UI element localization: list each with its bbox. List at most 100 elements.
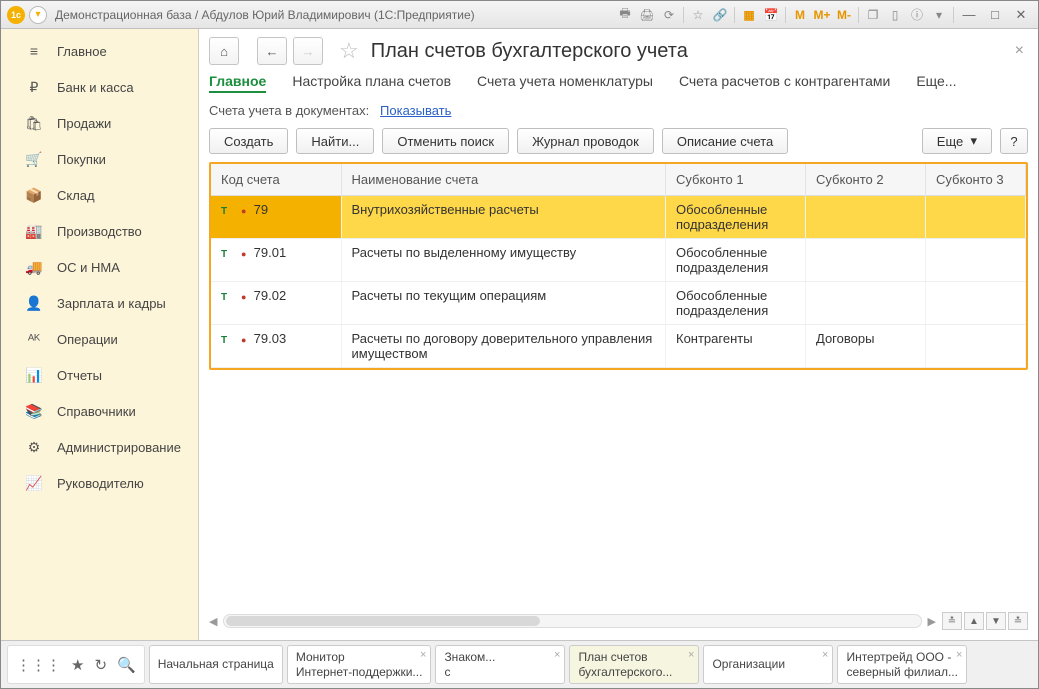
scroll-down-icon[interactable]: ▼ bbox=[986, 612, 1006, 630]
table-container: Код счетаНаименование счетаСубконто 1Суб… bbox=[209, 162, 1028, 370]
inner-tab-3[interactable]: Счета расчетов с контрагентами bbox=[679, 73, 890, 93]
footer-tab-2[interactable]: Знаком...с× bbox=[435, 645, 565, 684]
fav-icon[interactable]: ★ bbox=[71, 656, 84, 674]
sidebar-item-7[interactable]: 👤Зарплата и кадры bbox=[1, 285, 198, 321]
page-title: План счетов бухгалтерского учета bbox=[371, 40, 688, 63]
table-row[interactable]: ● 79.03 Расчеты по договору доверительно… bbox=[211, 325, 1026, 368]
cell-code: ● 79.02 bbox=[211, 282, 341, 325]
cell-name: Расчеты по договору доверительного управ… bbox=[341, 325, 666, 368]
calendar-icon[interactable]: 📅 bbox=[763, 7, 779, 23]
forward-button[interactable]: → bbox=[293, 37, 323, 65]
star-icon[interactable]: ☆ bbox=[690, 7, 706, 23]
accounts-table[interactable]: Код счетаНаименование счетаСубконто 1Суб… bbox=[211, 164, 1026, 368]
save-icon[interactable]: 🖶 bbox=[617, 7, 633, 23]
table-row[interactable]: ● 79.02 Расчеты по текущим операциям Обо… bbox=[211, 282, 1026, 325]
tab-text: Интертрейд ООО -северный филиал... bbox=[846, 650, 958, 679]
footer-tab-0[interactable]: Начальная страница bbox=[149, 645, 283, 684]
tab-close-icon[interactable]: × bbox=[554, 649, 560, 662]
cell-s1: Обособленные подразделения bbox=[666, 239, 806, 282]
tab-close-icon[interactable]: × bbox=[822, 649, 828, 662]
search-icon[interactable]: 🔍 bbox=[117, 656, 136, 674]
col-header[interactable]: Код счета bbox=[211, 164, 341, 196]
footer-tab-5[interactable]: Интертрейд ООО -северный филиал...× bbox=[837, 645, 967, 684]
inner-tab-1[interactable]: Настройка плана счетов bbox=[292, 73, 451, 93]
help-button[interactable]: ? bbox=[1000, 128, 1028, 154]
info-icon[interactable]: ⓘ bbox=[909, 7, 925, 23]
sidebar: ≡Главное₽Банк и касса🛍Продажи🛒Покупки📦Ск… bbox=[1, 29, 199, 640]
scroll-top-icon[interactable]: ≛ bbox=[942, 612, 962, 630]
description-button[interactable]: Описание счета bbox=[662, 128, 788, 154]
sidebar-item-6[interactable]: 🚚ОС и НМА bbox=[1, 249, 198, 285]
col-header[interactable]: Субконто 3 bbox=[926, 164, 1026, 196]
scroll-left-icon[interactable]: ◀ bbox=[209, 615, 217, 628]
back-button[interactable]: ← bbox=[257, 37, 287, 65]
page-close-button[interactable]: × bbox=[1011, 38, 1028, 64]
create-button[interactable]: Создать bbox=[209, 128, 288, 154]
windows-icon[interactable]: ❐ bbox=[865, 7, 881, 23]
scroll-bottom-icon[interactable]: ≛ bbox=[1008, 612, 1028, 630]
m-icon[interactable]: M bbox=[792, 7, 808, 23]
scroll-up-icon[interactable]: ▲ bbox=[964, 612, 984, 630]
tab-close-icon[interactable]: × bbox=[420, 649, 426, 662]
cell-name: Внутрихозяйственные расчеты bbox=[341, 196, 666, 239]
find-button[interactable]: Найти... bbox=[296, 128, 374, 154]
inner-tab-0[interactable]: Главное bbox=[209, 73, 266, 93]
sidebar-item-11[interactable]: ⚙Администрирование bbox=[1, 429, 198, 465]
maximize-button[interactable]: □ bbox=[984, 6, 1006, 24]
calc-icon[interactable]: ▦ bbox=[741, 7, 757, 23]
nav-icon: ᴬᴷ bbox=[25, 331, 43, 347]
minimize-button[interactable]: — bbox=[958, 6, 980, 24]
m-plus-icon[interactable]: M+ bbox=[814, 7, 830, 23]
col-header[interactable]: Наименование счета bbox=[341, 164, 666, 196]
tab-text: Начальная страница bbox=[158, 657, 274, 671]
sidebar-item-1[interactable]: ₽Банк и касса bbox=[1, 69, 198, 105]
scroll-right-icon[interactable]: ▶ bbox=[928, 615, 936, 628]
sidebar-item-8[interactable]: ᴬᴷОперации bbox=[1, 321, 198, 357]
scrollbar[interactable] bbox=[223, 614, 921, 628]
col-header[interactable]: Субконто 1 bbox=[666, 164, 806, 196]
account-icon bbox=[221, 249, 235, 261]
sidebar-item-12[interactable]: 📈Руководителю bbox=[1, 465, 198, 501]
panel-icon[interactable]: ▯ bbox=[887, 7, 903, 23]
subline-link[interactable]: Показывать bbox=[380, 103, 451, 118]
home-button[interactable]: ⌂ bbox=[209, 37, 239, 65]
inner-tab-2[interactable]: Счета учета номенклатуры bbox=[477, 73, 653, 93]
col-header[interactable]: Субконто 2 bbox=[806, 164, 926, 196]
table-row[interactable]: ● 79.01 Расчеты по выделенному имуществу… bbox=[211, 239, 1026, 282]
cancel-find-button[interactable]: Отменить поиск bbox=[382, 128, 509, 154]
close-button[interactable]: ✕ bbox=[1010, 6, 1032, 24]
sidebar-item-3[interactable]: 🛒Покупки bbox=[1, 141, 198, 177]
dropdown-icon[interactable]: ▾ bbox=[29, 6, 47, 24]
m-minus-icon[interactable]: M- bbox=[836, 7, 852, 23]
sidebar-item-5[interactable]: 🏭Производство bbox=[1, 213, 198, 249]
info-drop-icon[interactable]: ▾ bbox=[931, 7, 947, 23]
print-icon[interactable]: 🖨 bbox=[639, 7, 655, 23]
cell-s2 bbox=[806, 196, 926, 239]
sidebar-item-0[interactable]: ≡Главное bbox=[1, 33, 198, 69]
inner-tab-4[interactable]: Еще... bbox=[916, 73, 956, 93]
nav-label: Продажи bbox=[57, 116, 111, 131]
sidebar-item-4[interactable]: 📦Склад bbox=[1, 177, 198, 213]
nav-icon: 📚 bbox=[25, 403, 43, 420]
journal-button[interactable]: Журнал проводок bbox=[517, 128, 654, 154]
sidebar-item-2[interactable]: 🛍Продажи bbox=[1, 105, 198, 141]
sidebar-item-10[interactable]: 📚Справочники bbox=[1, 393, 198, 429]
refresh-icon[interactable]: ⟳ bbox=[661, 7, 677, 23]
link-icon[interactable]: 🔗 bbox=[712, 7, 728, 23]
cell-s2: Договоры bbox=[806, 325, 926, 368]
tab-close-icon[interactable]: × bbox=[688, 649, 694, 662]
footer-tab-4[interactable]: Организации × bbox=[703, 645, 833, 684]
favorite-icon[interactable]: ☆ bbox=[339, 38, 359, 64]
title-bar: 1c ▾ Демонстрационная база / Абдулов Юри… bbox=[1, 1, 1038, 29]
tab-close-icon[interactable]: × bbox=[956, 649, 962, 662]
tab-text: Организации bbox=[712, 657, 785, 671]
history-icon[interactable]: ↻ bbox=[94, 656, 107, 674]
sidebar-item-9[interactable]: 📊Отчеты bbox=[1, 357, 198, 393]
apps-icon[interactable]: ⋮⋮⋮ bbox=[16, 656, 61, 674]
nav-icon: 📊 bbox=[25, 367, 43, 384]
footer-tab-3[interactable]: План счетовбухгалтерского...× bbox=[569, 645, 699, 684]
footer-tab-1[interactable]: МониторИнтернет-поддержки...× bbox=[287, 645, 432, 684]
table-row[interactable]: ● 79 Внутрихозяйственные расчеты Обособл… bbox=[211, 196, 1026, 239]
nav-label: Производство bbox=[57, 224, 142, 239]
more-button[interactable]: Еще ▾ bbox=[922, 128, 992, 154]
